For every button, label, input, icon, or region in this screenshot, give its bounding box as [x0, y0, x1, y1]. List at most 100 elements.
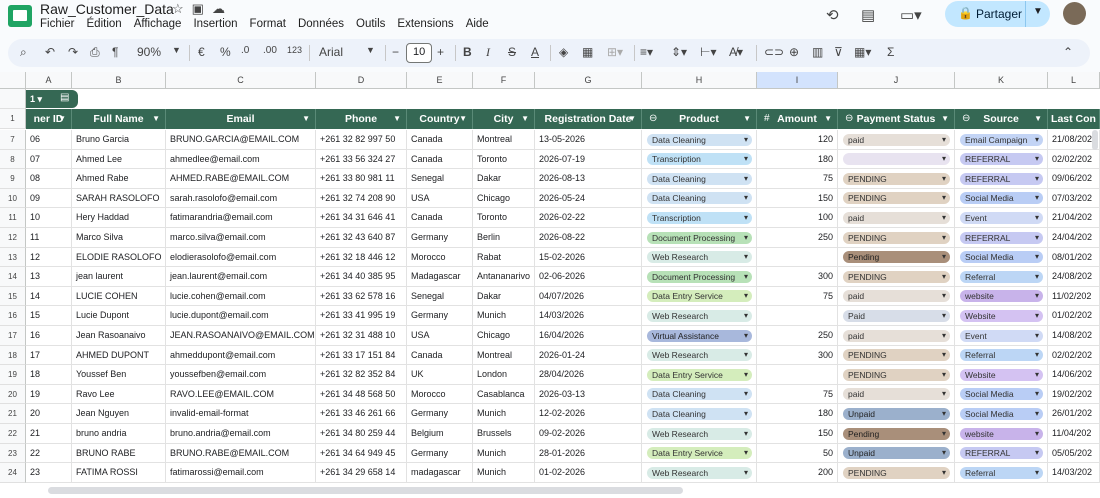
table-cell[interactable]: +261 33 80 981 11	[316, 169, 407, 189]
column-title-2[interactable]: Email ▼	[166, 109, 316, 129]
source-chip[interactable]: REFERRAL	[960, 172, 1043, 185]
column-filter-icon[interactable]: ▼	[58, 109, 66, 129]
row-header[interactable]: 24	[0, 463, 26, 483]
table-cell[interactable]: elodierasolofo@email.com	[166, 247, 316, 268]
column-title-5[interactable]: City ▼	[473, 109, 535, 129]
collapse-menus-icon[interactable]: ⌃	[1063, 45, 1073, 59]
product-chip[interactable]: Data Cleaning	[647, 172, 752, 185]
table-cell[interactable]: 01-02-2026	[535, 463, 642, 483]
currency-format-button[interactable]: €	[198, 45, 205, 59]
table-cell[interactable]: 75	[757, 384, 838, 405]
table-cell[interactable]: Canada	[407, 149, 473, 170]
column-header-i[interactable]: I	[757, 72, 838, 89]
table-cell[interactable]: 18	[26, 365, 72, 385]
status-chip[interactable]: PENDING	[843, 231, 950, 244]
product-chip[interactable]: Web Research	[647, 349, 752, 362]
status-chip[interactable]: PENDING	[843, 466, 950, 479]
fill-color-icon[interactable]: ◈	[559, 45, 568, 59]
menu-item[interactable]: Insertion	[193, 18, 237, 30]
product-chip[interactable]: Data Entry Service	[647, 447, 752, 460]
table-cell[interactable]: +261 32 74 208 90	[316, 188, 407, 209]
decrease-font-size-icon[interactable]: −	[392, 45, 399, 59]
table-cell[interactable]: 28/04/2026	[535, 365, 642, 385]
column-header-l[interactable]: L	[1048, 72, 1100, 89]
table-cell[interactable]: sarah.rasolofo@email.com	[166, 188, 316, 209]
table-cell[interactable]: 11/02/202	[1048, 286, 1100, 307]
column-header-d[interactable]: D	[316, 72, 407, 89]
table-cell[interactable]: +261 33 17 151 84	[316, 345, 407, 366]
table-cell[interactable]: 14/06/202	[1048, 365, 1100, 385]
insert-comment-icon[interactable]: ⊕	[789, 45, 799, 59]
table-cell[interactable]: Belgium	[407, 424, 473, 444]
source-chip[interactable]: Referral	[960, 349, 1043, 362]
text-color-button[interactable]: A	[531, 45, 539, 59]
product-chip[interactable]: Virtual Assistance	[647, 329, 752, 342]
source-chip[interactable]: Email Campaign	[960, 133, 1043, 146]
column-header-a[interactable]: A	[26, 72, 72, 89]
font-dropdown-icon[interactable]: ▼	[366, 45, 375, 55]
table-cell[interactable]: 250	[757, 228, 838, 248]
status-chip[interactable]: PENDING	[843, 192, 950, 205]
table-cell[interactable]: 09-02-2026	[535, 424, 642, 444]
table-cell[interactable]: Jean Nguyen	[72, 404, 166, 424]
source-chip[interactable]: REFERRAL	[960, 153, 1043, 166]
table-cell[interactable]: 11/04/202	[1048, 424, 1100, 444]
zoom-dropdown-icon[interactable]: ▼	[172, 45, 181, 55]
product-chip[interactable]: Document Processing	[647, 270, 752, 283]
table-cell[interactable]: 2026-01-24	[535, 345, 642, 366]
source-chip[interactable]: Website	[960, 368, 1043, 381]
table-cell[interactable]: +261 34 29 658 14	[316, 463, 407, 483]
table-cell[interactable]: BRUNO.GARCIA@EMAIL.COM	[166, 130, 316, 150]
table-cell[interactable]	[757, 247, 838, 268]
table-cell[interactable]: 11	[26, 228, 72, 248]
column-title-4[interactable]: Country ▼	[407, 109, 473, 129]
source-chip[interactable]: Event	[960, 329, 1043, 342]
table-cell[interactable]: 24/04/202	[1048, 228, 1100, 248]
table-cell[interactable]: +261 32 18 446 12	[316, 247, 407, 268]
table-cell[interactable]: 21/04/202	[1048, 208, 1100, 228]
row-header[interactable]: 23	[0, 443, 26, 464]
table-cell[interactable]: +261 33 62 578 16	[316, 286, 407, 307]
table-cell[interactable]: SARAH RASOLOFO	[72, 188, 166, 209]
table-cell[interactable]: 08/01/202	[1048, 247, 1100, 268]
table-cell[interactable]: Morocco	[407, 384, 473, 405]
row-header[interactable]: 13	[0, 247, 26, 268]
table-cell[interactable]: +261 34 80 259 44	[316, 424, 407, 444]
table-cell[interactable]: Canada	[407, 130, 473, 150]
table-cell[interactable]: bruno.andria@email.com	[166, 424, 316, 444]
print-icon[interactable]: ⎙	[90, 45, 100, 60]
filter-icon[interactable]: ⊽	[834, 45, 843, 59]
table-cell[interactable]: USA	[407, 188, 473, 209]
table-cell[interactable]: Berlin	[473, 228, 535, 248]
table-cell[interactable]: 09/06/202	[1048, 169, 1100, 189]
star-icon[interactable]: ☆	[172, 1, 192, 16]
column-title-3[interactable]: Phone ▼	[316, 109, 407, 129]
table-cell[interactable]: +261 34 31 646 41	[316, 208, 407, 228]
table-cell[interactable]: 14/03/2026	[535, 306, 642, 326]
table-cell[interactable]: ahmedlee@email.com	[166, 149, 316, 170]
table-cell[interactable]: youssefben@email.com	[166, 365, 316, 385]
insert-chart-icon[interactable]: ▥	[812, 45, 823, 59]
column-title-11[interactable]: Last Con	[1048, 109, 1100, 129]
table-cell[interactable]: +261 32 31 488 10	[316, 326, 407, 346]
table-cell[interactable]: +261 33 41 995 19	[316, 306, 407, 326]
product-chip[interactable]: Data Entry Service	[647, 368, 752, 381]
menu-item[interactable]: Fichier	[40, 18, 75, 30]
increase-font-size-icon[interactable]: +	[437, 45, 444, 59]
table-cell[interactable]: Munich	[473, 443, 535, 464]
table-cell[interactable]: 12-02-2026	[535, 404, 642, 424]
menu-item[interactable]: Format	[250, 18, 286, 30]
table-cell[interactable]: UK	[407, 365, 473, 385]
table-cell[interactable]: Munich	[473, 306, 535, 326]
menu-item[interactable]: Aide	[466, 18, 489, 30]
table-cell[interactable]: 02/02/202	[1048, 149, 1100, 170]
column-filter-icon[interactable]: ▼	[393, 109, 401, 129]
table-cell[interactable]: Casablanca	[473, 384, 535, 405]
table-cell[interactable]: 16	[26, 326, 72, 346]
source-chip[interactable]: REFERRAL	[960, 231, 1043, 244]
table-cell[interactable]: 300	[757, 267, 838, 287]
table-cell[interactable]: +261 34 48 568 50	[316, 384, 407, 405]
row-header[interactable]: 11	[0, 208, 26, 228]
table-cell[interactable]: Bruno Garcia	[72, 130, 166, 150]
table-cell[interactable]: Hery Haddad	[72, 208, 166, 228]
